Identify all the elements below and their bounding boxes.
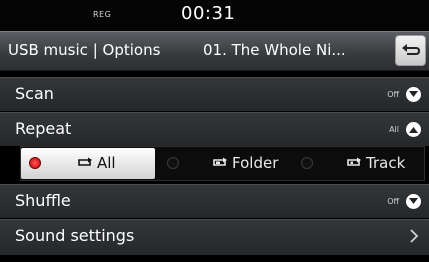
repeat-option-track-label: Track [366,154,406,172]
current-track-title: 01. The Whole Ni... [203,41,346,59]
shuffle-value: Off [387,197,399,206]
chevron-down-icon[interactable] [406,87,421,102]
shuffle-label: Shuffle [15,191,71,210]
chevron-right-icon [410,229,419,243]
back-button[interactable] [395,35,426,66]
clock: 00:31 [181,3,236,24]
title-bar: USB music | Options 01. The Whole Ni... [0,31,429,71]
repeat-row[interactable]: Repeat All [0,112,429,146]
repeat-option-all-label: All [97,154,116,172]
reg-indicator: REG [93,10,112,19]
scan-label: Scan [15,84,54,103]
screen: REG 00:31 USB music | Options 01. The Wh… [0,0,429,262]
repeat-value: All [389,125,399,134]
radio-selected [29,157,41,169]
sound-settings-label: Sound settings [15,226,135,245]
repeat-label: Repeat [15,119,72,138]
sound-settings-row[interactable]: Sound settings [0,219,429,255]
repeat-options: All Folder Track [20,146,425,181]
radio-unselected [167,157,179,169]
repeat-option-track[interactable]: Track [293,148,423,179]
repeat-option-all[interactable]: All [21,148,155,179]
scan-value: Off [387,90,399,99]
page-title: USB music | Options [8,41,161,59]
shuffle-row[interactable]: Shuffle Off [0,184,429,218]
repeat-all-icon [78,157,92,166]
status-bar: REG 00:31 [0,0,429,31]
radio-unselected [301,157,313,169]
chevron-down-icon[interactable] [406,194,421,209]
chevron-up-icon[interactable] [406,122,421,137]
repeat-track-icon [347,157,361,166]
back-arrow-icon [402,44,421,55]
repeat-folder-icon [213,157,227,166]
repeat-option-folder[interactable]: Folder [159,148,289,179]
scan-row[interactable]: Scan Off [0,77,429,111]
repeat-option-folder-label: Folder [232,154,279,172]
